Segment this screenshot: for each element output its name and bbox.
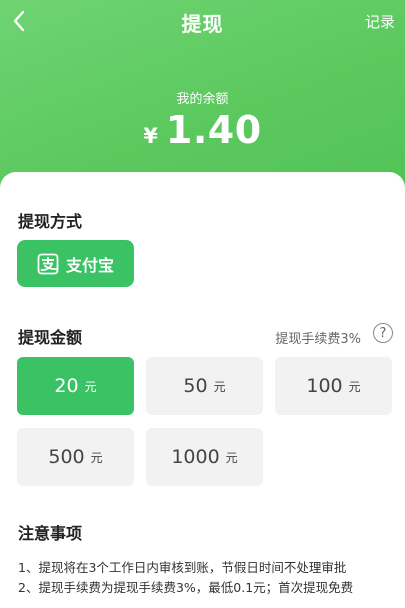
method-section-title: 提现方式 — [18, 212, 83, 231]
notes-section-title: 注意事项 — [18, 524, 83, 543]
fee-text: 提现手续费3% — [275, 332, 361, 347]
header: 提现 记录 我的余额 ¥ 1.40 — [0, 0, 405, 196]
balance-value: 1.40 — [165, 108, 262, 152]
alipay-icon — [37, 253, 59, 274]
amount-option-100[interactable]: 100 元 — [275, 357, 392, 415]
balance-label: 我的余额 — [176, 92, 229, 107]
balance-display: ¥ 1.40 — [0, 108, 405, 152]
note-item: 1、提现将在3个工作日内审核到账，节假日时间不处理审批 — [18, 560, 347, 575]
alipay-button[interactable]: 支付宝 — [17, 240, 134, 287]
amount-option-1000[interactable]: 1000 元 — [146, 428, 263, 486]
amount-option-500[interactable]: 500 元 — [17, 428, 134, 486]
records-link[interactable]: 记录 — [365, 11, 395, 32]
page-title: 提现 — [181, 12, 224, 36]
notes-list: 1、提现将在3个工作日内审核到账，节假日时间不处理审批 2、提现手续费为提现手续… — [18, 558, 353, 598]
amount-option-20[interactable]: 20 元 — [17, 357, 134, 415]
amount-section-title: 提现金额 — [18, 328, 83, 347]
withdraw-card: 提现方式 支付宝 提现金额 提现手续费3% ? 20 元 50 元 100 元 … — [0, 172, 405, 608]
currency-symbol: ¥ — [143, 124, 158, 148]
alipay-label: 支付宝 — [65, 255, 114, 275]
amount-option-50[interactable]: 50 元 — [146, 357, 263, 415]
help-icon[interactable]: ? — [373, 323, 393, 343]
note-item: 2、提现手续费为提现手续费3%，最低0.1元；首次提现免费 — [18, 580, 354, 595]
